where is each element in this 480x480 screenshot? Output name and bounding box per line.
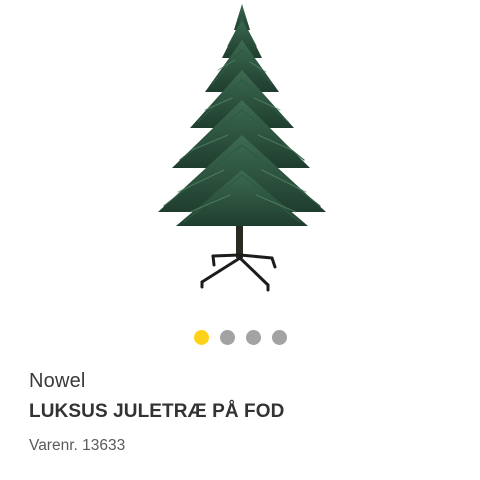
product-sku: Varenr. 13633: [29, 437, 126, 454]
product-title: LUKSUS JULETRÆ PÅ FOD: [29, 401, 285, 422]
carousel-dot-4[interactable]: [271, 330, 287, 345]
carousel-dot-3[interactable]: [245, 330, 261, 345]
product-image[interactable]: [0, 0, 480, 315]
christmas-tree-image: [158, 4, 326, 292]
image-carousel-dots: [0, 330, 480, 345]
product-page: Nowel LUKSUS JULETRÆ PÅ FOD Varenr. 1363…: [0, 0, 480, 480]
carousel-dot-2[interactable]: [219, 330, 235, 345]
product-brand: Nowel: [29, 370, 86, 392]
carousel-dot-1[interactable]: [193, 330, 209, 345]
